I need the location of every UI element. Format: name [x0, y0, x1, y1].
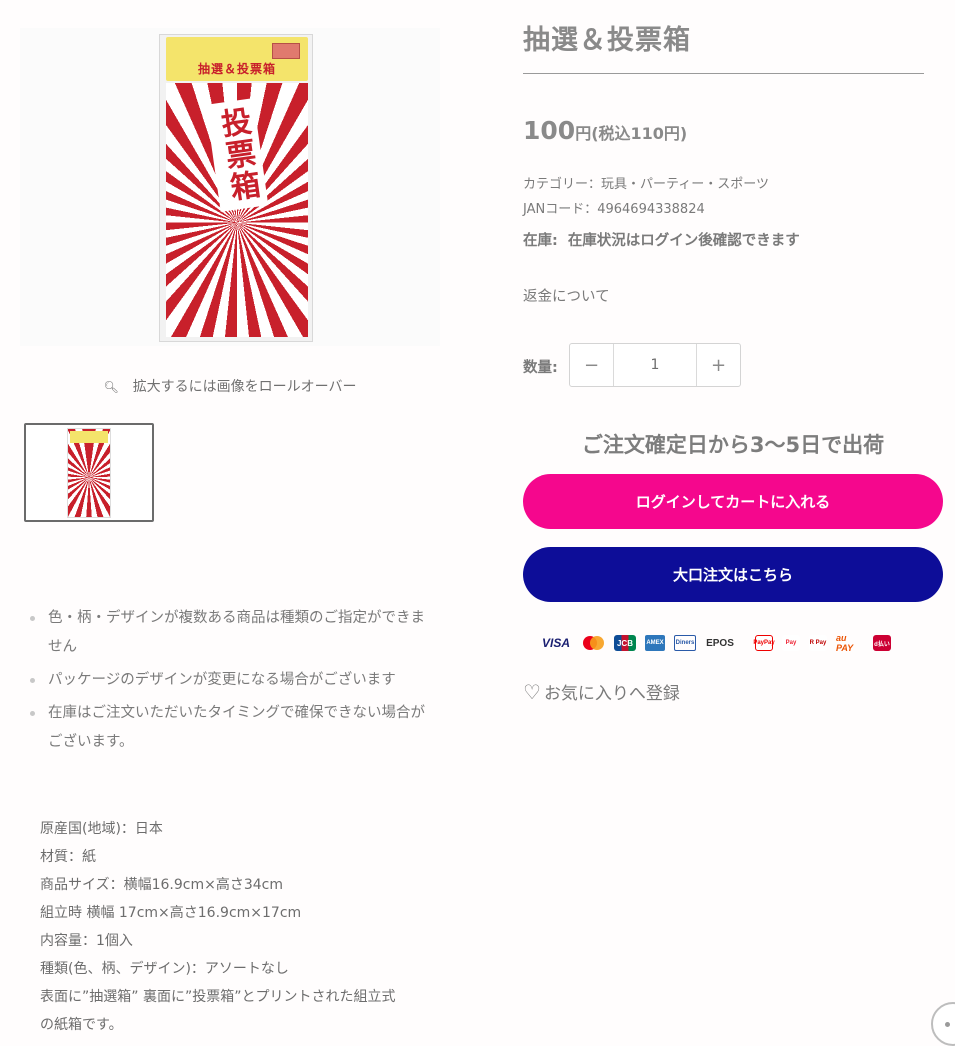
epos-icon: EPOS [706, 637, 734, 649]
add-to-favorites-button[interactable]: ♡ お気に入りへ登録 [523, 679, 680, 705]
paypay-icon: PayPay [753, 635, 775, 651]
product-package-image: 抽選＆投票箱 投票箱 [159, 34, 313, 342]
decrease-quantity-button[interactable]: − [570, 344, 613, 386]
product-notes: 色・柄・デザインが複数ある商品は種類のご指定ができません パッケージのデザインが… [30, 604, 430, 761]
favorite-label: お気に入りへ登録 [543, 684, 680, 704]
price-amount: 100 [523, 116, 576, 145]
spec-line: 材質：紙 [40, 849, 96, 865]
note-text: パッケージのデザインが変更になる場合がございます [48, 672, 396, 688]
mastercard-icon [581, 635, 605, 651]
stock-label: 在庫: [523, 233, 558, 249]
stock-value: 在庫状況はログイン後確認できます [567, 233, 800, 249]
spec-line: 商品サイズ：横幅16.9cm×高さ34cm [40, 877, 283, 893]
product-thumbnail[interactable] [24, 423, 154, 522]
increase-quantity-button[interactable]: + [697, 344, 740, 386]
quantity-label: 数量: [523, 360, 558, 376]
note-text: 在庫はご注文いただいたタイミングで確保できない場合がございます。 [48, 705, 425, 750]
list-item: パッケージのデザインが変更になる場合がございます [30, 666, 430, 695]
dot-icon [945, 1022, 950, 1027]
product-specs: 原産国(地域)：日本 材質：紙 商品サイズ：横幅16.9cm×高さ34cm 組立… [40, 815, 440, 1039]
price-unit: 円(税込110円) [575, 124, 688, 143]
product-jan-code: JANコード：4964694338824 [523, 202, 705, 217]
product-main-image[interactable]: 抽選＆投票箱 投票箱 [20, 28, 440, 346]
d-barai-icon: d払い [873, 635, 891, 651]
package-body-text: 投票箱 [205, 98, 269, 212]
package-header-title: 抽選＆投票箱 [197, 62, 276, 76]
spec-line: 種類(色、柄、デザイン)：アソートなし [40, 961, 289, 977]
rakuten-pay-icon: R Pay [809, 635, 827, 651]
quantity-input[interactable] [613, 344, 697, 386]
delivery-note: ご注文確定日から3〜5日で出荷 [581, 433, 885, 457]
spec-line: 原産国(地域)：日本 [40, 821, 163, 837]
note-text: 色・柄・デザインが複数ある商品は種類のご指定ができません [48, 610, 425, 655]
spec-line: 表面に”抽選箱” 裏面に”投票箱”とプリントされた組立式 [40, 989, 396, 1005]
title-divider [523, 73, 924, 74]
zoom-hint-text: 拡大するには画像をロールオーバー [132, 379, 357, 395]
login-add-to-cart-button[interactable]: ログインしてカートに入れる [523, 474, 943, 529]
scroll-to-top-button[interactable] [931, 1002, 955, 1046]
heart-icon: ♡ [523, 679, 541, 704]
amex-icon: AMEX [645, 635, 665, 651]
product-title: 抽選＆投票箱 [523, 25, 691, 56]
zoom-hint: 🔍︎ 拡大するには画像をロールオーバー [0, 376, 460, 396]
merpay-icon: Pay [782, 635, 800, 651]
spec-line: 内容量：1個入 [40, 933, 133, 949]
product-category: カテゴリー：玩具・パーティー・スポーツ [523, 177, 769, 192]
diners-icon: Diners [674, 635, 696, 651]
payment-methods: VISA JCB AMEX Diners EPOS PayPay Pay R P… [540, 632, 940, 654]
thumbnail-image [67, 427, 111, 518]
package-header: 抽選＆投票箱 [166, 37, 308, 81]
au-pay-icon: au PAY [836, 633, 854, 653]
product-price: 100円(税込110円) [523, 116, 687, 145]
bulk-order-button[interactable]: 大口注文はこちら [523, 547, 943, 602]
jcb-icon: JCB [614, 635, 636, 651]
bullet-icon [30, 616, 35, 621]
spec-line: の紙箱です。 [40, 1017, 123, 1033]
stock-status: 在庫: 在庫状況はログイン後確認できます [523, 229, 800, 250]
bullet-icon [30, 711, 35, 716]
bullet-icon [30, 678, 35, 683]
refund-policy-link[interactable]: 返金について [523, 285, 610, 306]
package-sunburst: 投票箱 [166, 83, 308, 337]
list-item: 色・柄・デザインが複数ある商品は種類のご指定ができません [30, 604, 430, 662]
list-item: 在庫はご注文いただいたタイミングで確保できない場合がございます。 [30, 699, 430, 757]
package-box-illustration [272, 43, 300, 59]
spec-line: 組立時 横幅 17cm×高さ16.9cm×17cm [40, 905, 302, 921]
quantity-stepper: − + [569, 343, 741, 387]
magnifier-icon: 🔍︎ [103, 380, 119, 394]
visa-icon: VISA [541, 636, 570, 650]
